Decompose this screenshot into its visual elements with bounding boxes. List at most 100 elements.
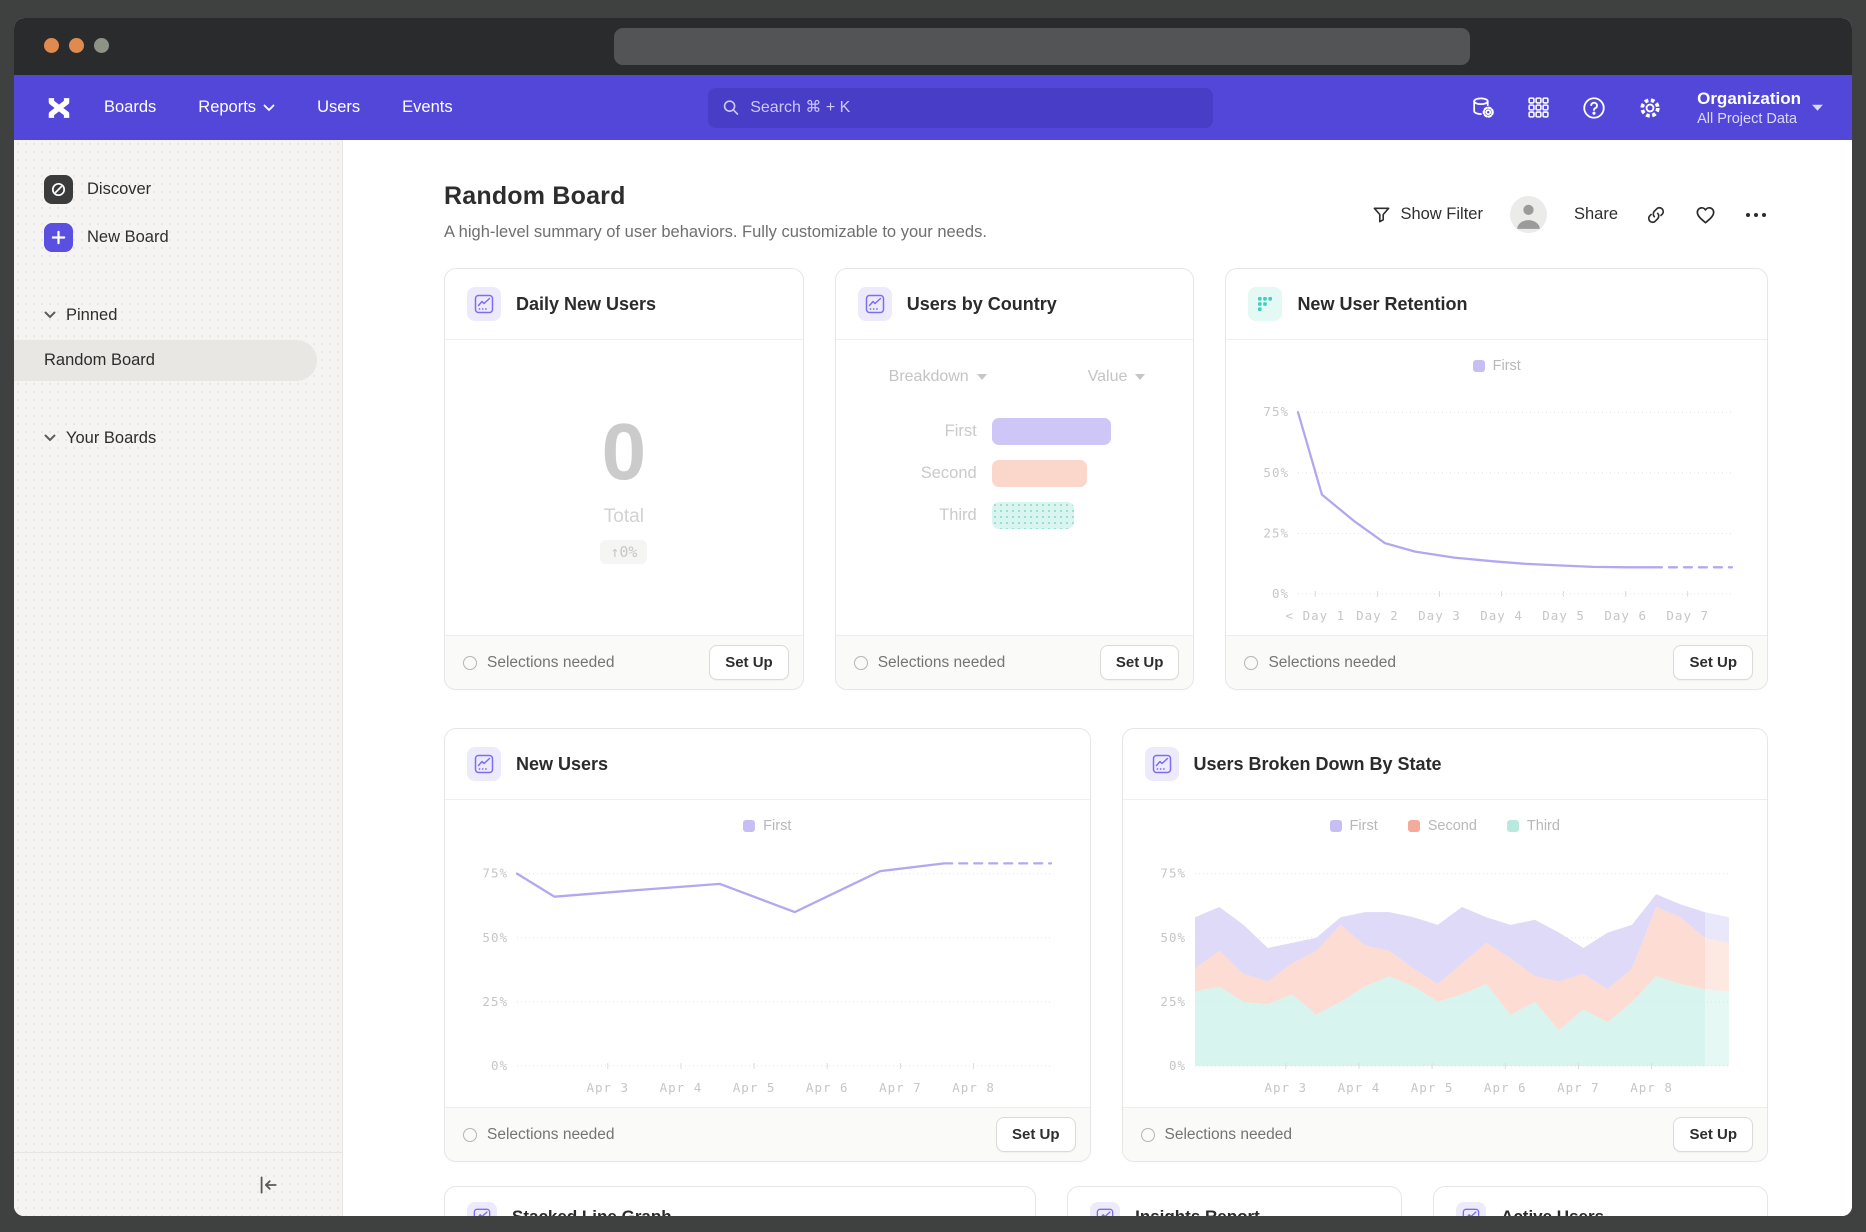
sidebar-item-discover[interactable]: Discover <box>14 168 342 210</box>
window-close-button[interactable] <box>44 38 59 53</box>
org-switcher[interactable]: Organization All Project Data <box>1697 89 1824 127</box>
nav-item-reports[interactable]: Reports <box>198 98 275 117</box>
show-filter-button[interactable]: Show Filter <box>1372 205 1483 224</box>
help-icon[interactable] <box>1581 95 1607 121</box>
chevron-down-icon <box>44 434 56 442</box>
svg-text:Apr 8: Apr 8 <box>952 1080 995 1095</box>
kpi-body: 0 Total ↑0% <box>445 340 803 635</box>
line-chart-icon <box>467 747 501 781</box>
card-active-users: Active Users <box>1433 1186 1768 1216</box>
status-selections-needed: Selections needed <box>463 1126 996 1144</box>
nav-item-users[interactable]: Users <box>317 98 360 117</box>
bar-row: Second <box>836 460 1194 487</box>
svg-text:25%: 25% <box>1160 994 1186 1009</box>
line-chart-icon <box>1090 1202 1120 1216</box>
svg-text:Apr 7: Apr 7 <box>879 1080 922 1095</box>
card-title: Users Broken Down By State <box>1194 754 1442 775</box>
chevron-down-icon <box>1811 103 1824 112</box>
bar-label: Second <box>836 464 992 483</box>
discover-compass-icon <box>44 175 73 204</box>
legend-item-second: Second <box>1408 818 1477 834</box>
window-minimize-button[interactable] <box>69 38 84 53</box>
sidebar-section-pinned[interactable]: Pinned <box>14 300 342 330</box>
value-dropdown[interactable]: Value <box>1040 368 1194 386</box>
svg-text:Day 6: Day 6 <box>1605 608 1648 623</box>
set-up-button[interactable]: Set Up <box>1673 645 1753 680</box>
svg-text:25%: 25% <box>482 994 508 1009</box>
legend-item-first: First <box>743 818 791 834</box>
card-title: Insights Report <box>1135 1207 1260 1216</box>
search-icon <box>722 98 740 117</box>
search-container <box>453 88 1469 128</box>
settings-gear-icon[interactable] <box>1637 95 1663 121</box>
avatar[interactable] <box>1510 196 1547 233</box>
apps-grid-icon[interactable] <box>1525 95 1551 121</box>
svg-text:Apr 6: Apr 6 <box>806 1080 849 1095</box>
svg-text:Apr 4: Apr 4 <box>660 1080 703 1095</box>
mixpanel-logo-icon[interactable] <box>42 91 76 125</box>
card-title: Stacked Line Graph <box>512 1207 672 1216</box>
nav-item-boards[interactable]: Boards <box>104 98 156 117</box>
svg-text:Day 3: Day 3 <box>1419 608 1462 623</box>
section-label: Your Boards <box>66 429 156 448</box>
page-title: Random Board <box>444 182 1372 211</box>
card-title: New Users <box>516 754 608 775</box>
kpi-delta-badge: ↑0% <box>600 540 647 564</box>
set-up-button[interactable]: Set Up <box>996 1117 1076 1152</box>
copy-link-button[interactable] <box>1645 204 1667 226</box>
address-bar[interactable] <box>614 28 1470 65</box>
search-bar[interactable] <box>708 88 1213 128</box>
more-options-button[interactable] <box>1744 211 1768 219</box>
desktop-background: Boards Reports Users Events <box>0 0 1866 1232</box>
chart-legend: First <box>1246 350 1747 376</box>
chart-legend: First <box>465 810 1070 836</box>
sidebar-section-your-boards[interactable]: Your Boards <box>14 423 342 453</box>
svg-text:75%: 75% <box>1264 404 1290 419</box>
data-management-icon[interactable] <box>1469 95 1495 121</box>
new-users-chart: 75%50%25%0%Apr 3Apr 4Apr 5Apr 6Apr 7Apr … <box>465 836 1070 1103</box>
new-board-plus-icon <box>44 223 73 252</box>
card-new-users: New Users First 75%50%25%0%Apr 3Apr 4Apr… <box>444 728 1091 1162</box>
card-insights-report: Insights Report <box>1067 1186 1402 1216</box>
favorite-button[interactable] <box>1694 203 1717 226</box>
line-chart-icon <box>1145 747 1179 781</box>
svg-text:50%: 50% <box>1160 930 1186 945</box>
set-up-button[interactable]: Set Up <box>1100 645 1180 680</box>
set-up-button[interactable]: Set Up <box>709 645 789 680</box>
collapse-sidebar-icon[interactable] <box>254 1172 280 1198</box>
section-label: Pinned <box>66 306 117 325</box>
ellipsis-icon <box>1744 211 1768 219</box>
board-actions: Show Filter Share <box>1372 182 1768 233</box>
window-zoom-button[interactable] <box>94 38 109 53</box>
share-button[interactable]: Share <box>1574 205 1618 224</box>
breakdown-dropdown[interactable]: Breakdown <box>836 368 1040 386</box>
kpi-value: 0 <box>602 412 647 492</box>
set-up-button[interactable]: Set Up <box>1673 1117 1753 1152</box>
sidebar: Discover New Board Pinned Random Board <box>14 140 343 1216</box>
status-circle-icon <box>463 1128 477 1142</box>
link-icon <box>1645 204 1667 226</box>
chevron-down-icon <box>263 104 275 112</box>
sidebar-item-label: Random Board <box>44 351 155 370</box>
search-input[interactable] <box>750 99 1199 117</box>
bar-third <box>992 502 1074 529</box>
status-selections-needed: Selections needed <box>1141 1126 1674 1144</box>
sidebar-item-new-board[interactable]: New Board <box>14 216 342 258</box>
app-navbar: Boards Reports Users Events <box>14 75 1852 140</box>
nav-item-events[interactable]: Events <box>402 98 452 117</box>
svg-text:50%: 50% <box>1264 465 1290 480</box>
svg-text:Apr 5: Apr 5 <box>733 1080 776 1095</box>
retention-grid-icon <box>1248 287 1282 321</box>
filter-funnel-icon <box>1372 205 1391 224</box>
svg-text:Day 4: Day 4 <box>1481 608 1524 623</box>
sidebar-footer <box>14 1152 342 1216</box>
svg-text:0%: 0% <box>491 1058 508 1073</box>
window-titlebar <box>14 18 1852 75</box>
card-title: Active Users <box>1501 1207 1604 1216</box>
chevron-down-icon <box>44 311 56 319</box>
legend-item-first: First <box>1330 818 1378 834</box>
page-subtitle: A high-level summary of user behaviors. … <box>444 223 1372 242</box>
svg-text:Apr 3: Apr 3 <box>586 1080 629 1095</box>
svg-text:Day 2: Day 2 <box>1357 608 1400 623</box>
sidebar-item-random-board[interactable]: Random Board <box>14 340 317 381</box>
